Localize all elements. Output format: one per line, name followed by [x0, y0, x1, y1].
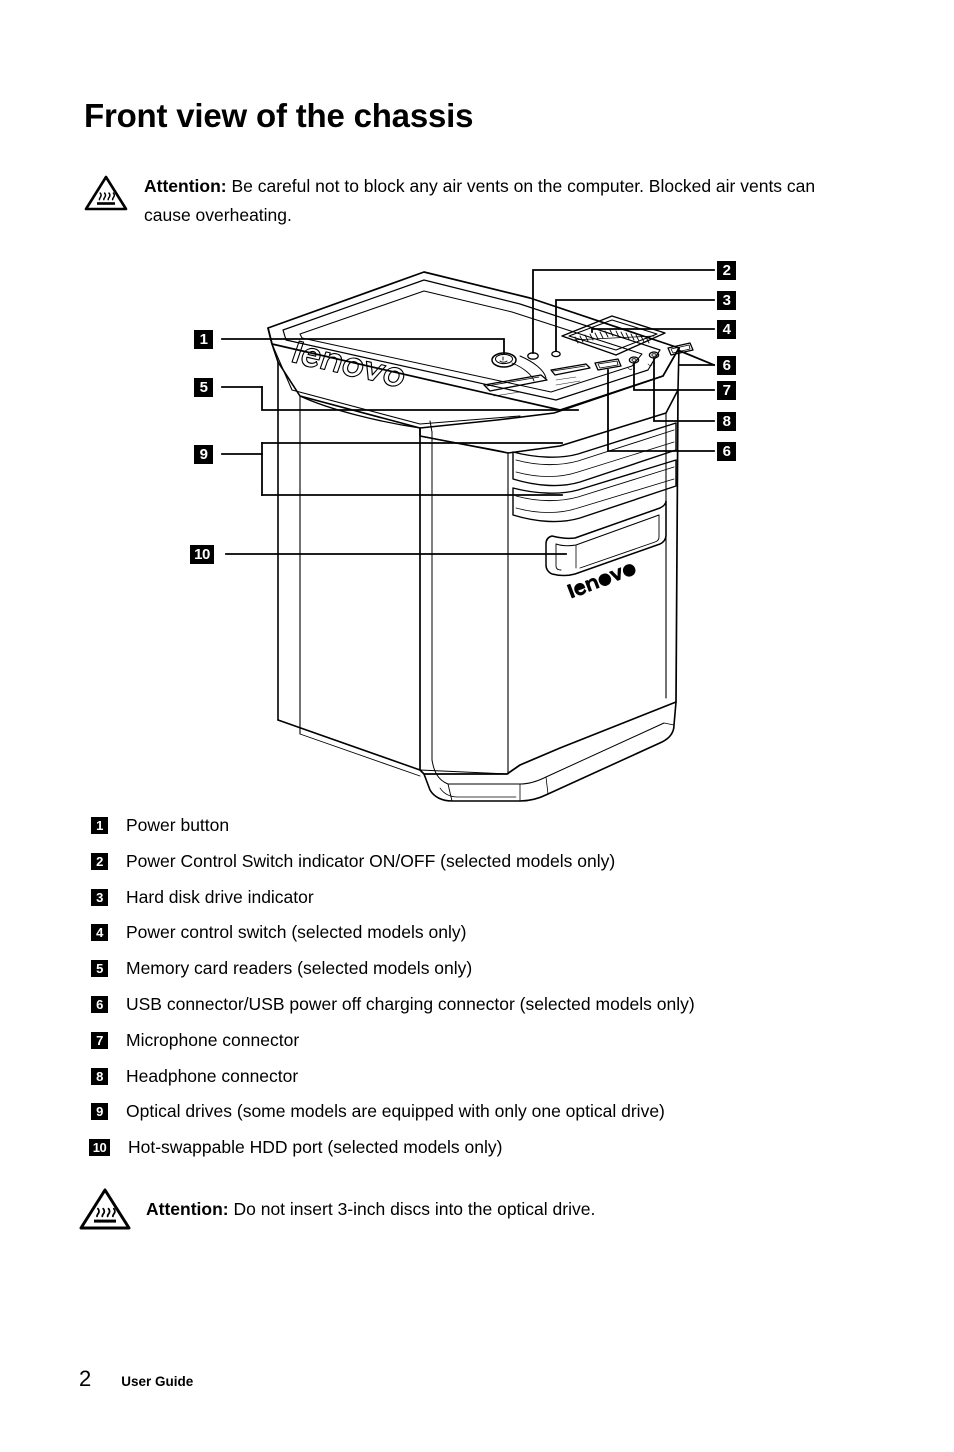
legend-label-1: Power button	[126, 815, 230, 835]
figure-callout-3: 3	[717, 291, 736, 310]
legend-label-4: Power control switch (selected models on…	[126, 922, 467, 943]
figure-callout-5: 5	[194, 378, 213, 397]
list-item: 2 Power Control Switch indicator ON/OFF …	[91, 850, 891, 886]
attention-bottom-label: Attention:	[146, 1198, 229, 1219]
hot-surface-warning-icon	[84, 174, 128, 212]
list-item: 9 Optical drives (some models are equipp…	[91, 1100, 891, 1136]
legend-label-2: Power Control Switch indicator ON/OFF (s…	[126, 850, 616, 871]
attention-note-bottom: Attention: Do not insert 3-inch discs in…	[78, 1186, 878, 1232]
attention-top-body: Be careful not to block any air vents on…	[144, 176, 816, 225]
list-item: 7 Microphone connector	[91, 1029, 891, 1065]
page-title: Front view of the chassis	[84, 97, 474, 134]
attention-top-text: Attention: Be careful not to block any a…	[144, 172, 860, 230]
legend-number-1: 1	[91, 817, 108, 834]
figure-callout-7: 7	[717, 381, 736, 400]
attention-note-top: Attention: Be careful not to block any a…	[84, 172, 874, 230]
legend-label-8: Headphone connector	[126, 1065, 299, 1086]
figure-callout-2: 2	[717, 261, 736, 280]
figure-callout-10: 10	[190, 545, 214, 564]
attention-bottom-body: Do not insert 3-inch discs into the opti…	[228, 1198, 596, 1219]
list-item: 10 Hot-swappable HDD port (selected mode…	[89, 1136, 891, 1172]
legend-label-6: USB connector/USB power off charging con…	[126, 993, 695, 1014]
legend-label-3: Hard disk drive indicator	[126, 886, 314, 907]
legend-number-2: 2	[91, 852, 108, 870]
figure-callout-6-lower: 6	[717, 442, 736, 461]
legend-label-10: Hot-swappable HDD port (selected models …	[128, 1137, 503, 1158]
footer-doc-title: User Guide	[121, 1374, 194, 1389]
legend-number-5: 5	[91, 960, 108, 978]
figure-callout-1: 1	[194, 330, 213, 349]
legend-label-7: Microphone connector	[126, 1029, 300, 1050]
attention-top-label: Attention:	[144, 176, 227, 196]
list-item: 3 Hard disk drive indicator	[91, 886, 891, 922]
legend-label-5: Memory card readers (selected models onl…	[126, 958, 473, 979]
figure-callout-9: 9	[194, 445, 213, 464]
list-item: 5 Memory card readers (selected models o…	[91, 957, 891, 993]
legend-number-8: 8	[91, 1067, 108, 1085]
figure-callout-4: 4	[717, 320, 736, 339]
legend-number-9: 9	[91, 1103, 108, 1121]
legend-label-9: Optical drives (some models are equipped…	[126, 1101, 665, 1122]
list-item: 1 Power button	[91, 814, 891, 850]
figure-callout-6-upper: 6	[717, 356, 736, 375]
legend-number-10: 10	[89, 1139, 110, 1157]
legend-number-4: 4	[91, 924, 108, 942]
legend-number-3: 3	[91, 888, 108, 906]
figure-callout-8: 8	[717, 412, 736, 431]
legend-number-6: 6	[91, 995, 108, 1013]
footer-page-number: 2	[79, 1366, 92, 1391]
list-item: 6 USB connector/USB power off charging c…	[91, 993, 891, 1029]
legend-number-7: 7	[91, 1031, 108, 1049]
attention-bottom-text: Attention: Do not insert 3-inch discs in…	[146, 1195, 595, 1224]
page-footer: 2 User Guide	[79, 1366, 193, 1392]
hot-surface-warning-icon	[78, 1186, 132, 1232]
figure-legend-list: 1 Power button 2 Power Control Switch in…	[89, 814, 891, 1172]
list-item: 4 Power control switch (selected models …	[91, 921, 891, 957]
chassis-front-view-figure: 1 5 9 10 2 3 4 6 7 8 6	[0, 250, 954, 810]
list-item: 8 Headphone connector	[91, 1065, 891, 1101]
